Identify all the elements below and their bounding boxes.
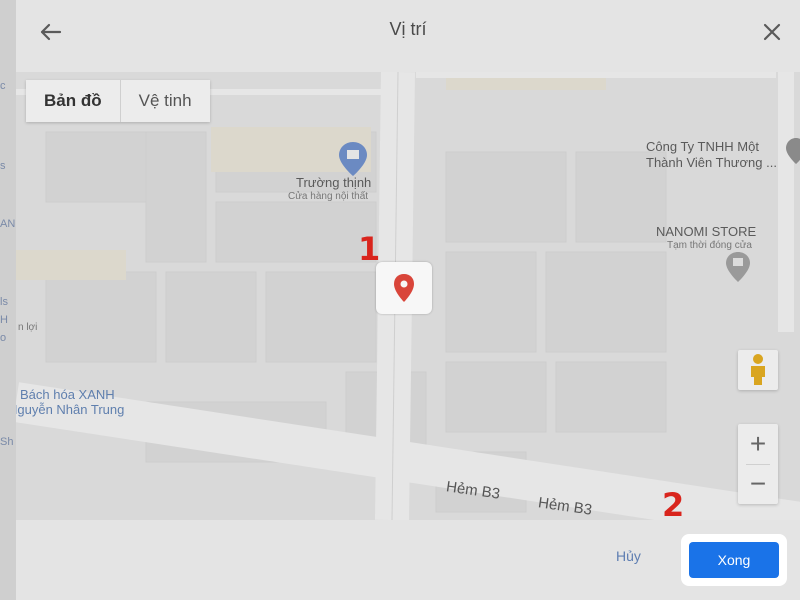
close-button[interactable] <box>754 14 790 50</box>
dialog-footer: 2 Hủy Xong <box>16 486 800 600</box>
page-backdrop: c s AN ls H o Sh <box>0 0 16 600</box>
poi-company-line2: Thành Viên Thương ... <box>646 155 777 170</box>
poi-nanomi-name: NANOMI STORE <box>656 224 757 239</box>
dialog-title: Vị trí <box>389 19 427 39</box>
backdrop-text: Sh <box>0 436 14 448</box>
done-button[interactable]: Xong <box>689 542 779 578</box>
dialog-header: Vị trí <box>16 0 800 72</box>
poi-truong-thinh-sub: Cửa hàng nội thất <box>288 191 369 202</box>
zoom-controls: + − <box>738 424 778 504</box>
location-dialog: Vị trí Bản đồ Vệ tinh Trường thịnh Cửa h… <box>16 0 800 600</box>
poi-nanomi-sub: Tạm thời đóng cửa <box>667 240 752 251</box>
map-view-button[interactable]: Bản đồ <box>26 80 121 122</box>
zoom-in-button[interactable]: + <box>738 424 778 464</box>
backdrop-text: c <box>0 80 6 92</box>
poi-left-fragment: n lợi <box>18 322 38 333</box>
annotation-step-2: 2 <box>662 486 685 524</box>
backdrop-text: AN <box>0 218 16 230</box>
poi-company-line1: Công Ty TNHH Một <box>646 139 759 154</box>
backdrop-text: H <box>0 314 8 326</box>
close-icon <box>763 23 781 41</box>
poi-bach-hoa-line1: Bách hóa XANH <box>20 387 115 402</box>
map-pin-icon <box>394 274 414 302</box>
street-view-pegman-button[interactable] <box>738 350 778 390</box>
map-view[interactable]: Bản đồ Vệ tinh Trường thịnh Cửa hàng nội… <box>16 72 800 520</box>
map-type-toggle: Bản đồ Vệ tinh <box>26 80 210 122</box>
location-pin-button[interactable] <box>376 262 432 314</box>
backdrop-text: s <box>0 160 6 172</box>
done-button-highlight: Xong <box>681 534 787 586</box>
poi-bach-hoa-line2: Nguyễn Nhân Trung <box>16 402 125 417</box>
cancel-button[interactable]: Hủy <box>616 548 641 564</box>
backdrop-text: ls <box>0 296 8 308</box>
pegman-icon <box>751 354 765 385</box>
poi-truong-thinh-name: Trường thịnh <box>296 175 372 190</box>
satellite-view-button[interactable]: Vệ tinh <box>121 80 210 122</box>
zoom-out-button[interactable]: − <box>738 464 778 504</box>
backdrop-text: o <box>0 332 7 344</box>
